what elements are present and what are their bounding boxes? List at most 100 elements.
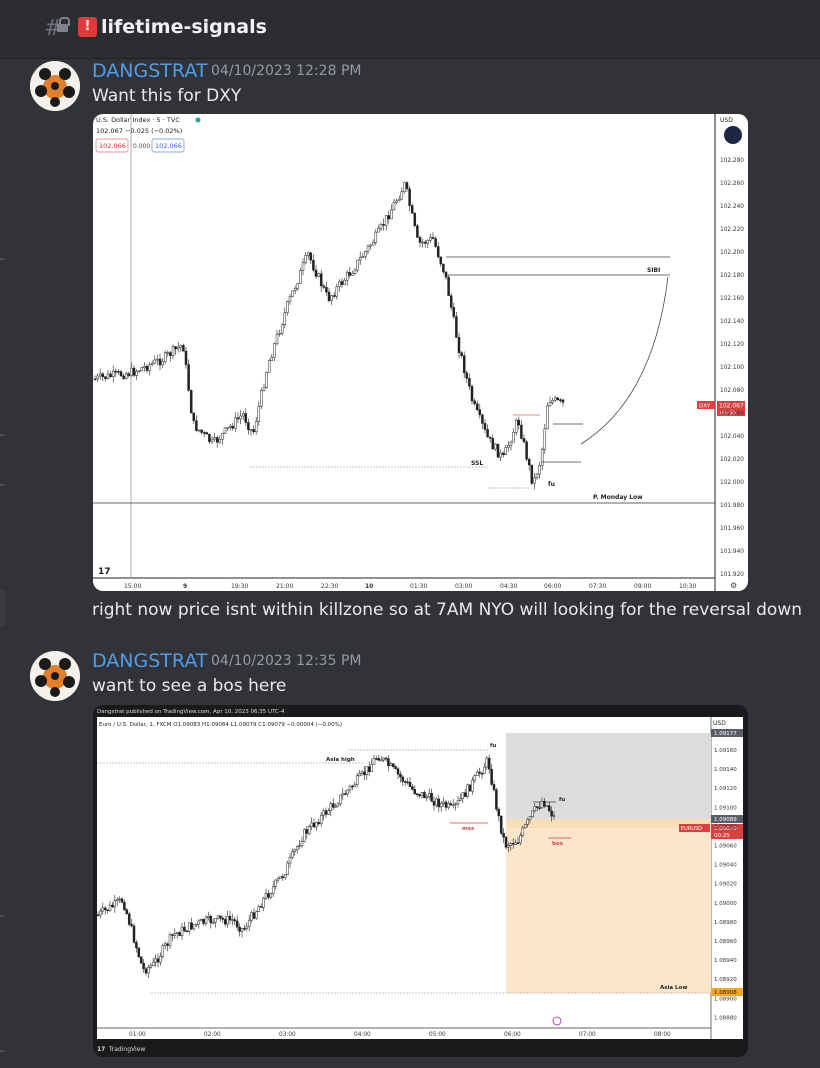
candle-body	[257, 906, 261, 912]
candle-body	[471, 779, 474, 792]
candle-body	[288, 857, 292, 864]
candle-body	[382, 757, 385, 761]
candle-body	[473, 400, 476, 404]
avatar[interactable]	[30, 651, 80, 701]
candle-body	[403, 781, 407, 783]
candle-body	[456, 800, 460, 805]
candle-body	[494, 443, 497, 450]
candle-body	[369, 244, 372, 247]
settings-icon[interactable]	[724, 126, 742, 144]
candle-body	[387, 215, 391, 220]
candle-body	[435, 798, 438, 806]
candle-body	[216, 915, 220, 919]
candle-body	[351, 273, 354, 276]
candle-body	[395, 200, 398, 203]
candle-body	[236, 417, 240, 420]
candle-body	[517, 419, 521, 426]
tradingview-footer: TradingView	[108, 1046, 145, 1053]
candle-body	[325, 287, 328, 293]
candle-body	[546, 405, 549, 430]
candle-body	[327, 291, 331, 301]
candle-body	[420, 792, 424, 797]
candlestick-series	[93, 181, 565, 490]
candle-body	[507, 845, 510, 848]
candle-body	[432, 801, 436, 806]
chart-image-eurusd[interactable]: Dangstrat published on TradingView.com, …	[93, 705, 748, 1057]
candle-body	[561, 399, 565, 403]
candle-body	[384, 757, 388, 760]
candle-body	[459, 798, 462, 801]
candle-body	[370, 763, 373, 772]
candle-body	[509, 441, 513, 446]
candle-body	[214, 918, 217, 923]
candle-body	[197, 920, 201, 925]
candle-body	[528, 816, 532, 820]
candle-body	[543, 428, 547, 450]
candle-body	[415, 793, 419, 795]
candle-body	[547, 805, 551, 812]
message-text: Want this for DXY	[92, 86, 242, 106]
price-axis-label: 1.09020	[714, 882, 737, 888]
time-axis-label: 08:00	[654, 1032, 671, 1038]
candle-body	[173, 933, 177, 936]
candle-body	[411, 786, 414, 790]
dxy-chart-svg: SIBI SSL fu P. Monday Low U.S. Dollar In…	[93, 114, 748, 591]
candle-body	[309, 252, 313, 261]
candle-body	[293, 849, 297, 852]
price-axis-label: 1.08920	[714, 977, 737, 983]
time-axis-label: 04:00	[354, 1032, 371, 1038]
candle-body	[306, 252, 310, 256]
candle-body	[235, 920, 239, 928]
candle-body	[158, 358, 162, 366]
currency-label[interactable]: USD	[713, 720, 726, 727]
candle-body	[288, 296, 292, 302]
settings-gear-icon[interactable]: ⚙	[730, 581, 737, 590]
currency-label[interactable]: USD	[720, 117, 733, 124]
channel-name[interactable]: lifetime-signals	[101, 16, 267, 38]
candle-body	[115, 899, 119, 901]
ask-price[interactable]: 102.066	[155, 142, 182, 150]
avatar[interactable]	[30, 61, 80, 111]
candle-body	[269, 893, 273, 898]
price-axis-label: 102.060	[720, 411, 744, 417]
message-timestamp: 04/10/2023 12:28 PM	[211, 63, 362, 79]
candle-body	[144, 968, 148, 974]
candle-body	[447, 276, 450, 296]
message-author[interactable]: DANGSTRAT	[92, 60, 207, 82]
candle-body	[516, 842, 520, 845]
candle-body	[291, 851, 294, 858]
candle-body	[183, 926, 186, 932]
candle-body	[108, 904, 112, 912]
candle-body	[192, 924, 196, 930]
candle-body	[218, 439, 222, 443]
high-price-tag: 1.09177	[714, 731, 737, 737]
bid-price[interactable]: 102.066	[99, 142, 126, 150]
candle-body	[355, 775, 359, 786]
candle-body	[366, 245, 370, 252]
candle-body	[533, 477, 536, 484]
candle-body	[334, 805, 337, 808]
chart-image-dxy[interactable]: SIBI SSL fu P. Monday Low U.S. Dollar In…	[93, 114, 748, 591]
candle-body	[280, 324, 284, 334]
candle-body	[283, 874, 287, 878]
candle-body	[509, 843, 513, 846]
candle-body	[358, 773, 361, 777]
candle-body	[514, 419, 518, 433]
candle-body	[331, 803, 335, 808]
tradingview-logo[interactable]: 17	[98, 567, 111, 577]
candle-body	[209, 915, 213, 924]
mss-label: mss	[462, 826, 475, 832]
candle-body	[195, 420, 198, 431]
candle-body	[262, 897, 265, 908]
gutter-marker	[0, 1050, 4, 1052]
candle-body	[548, 402, 552, 407]
candle-body	[550, 810, 553, 817]
candle-body	[490, 768, 493, 785]
candle-body	[423, 241, 427, 244]
candle-body	[202, 432, 206, 434]
candle-body	[514, 842, 517, 845]
candle-body	[372, 758, 376, 765]
price-axis-label: 102.200	[720, 250, 744, 256]
message-author[interactable]: DANGSTRAT	[92, 650, 207, 672]
candle-body	[552, 815, 556, 817]
